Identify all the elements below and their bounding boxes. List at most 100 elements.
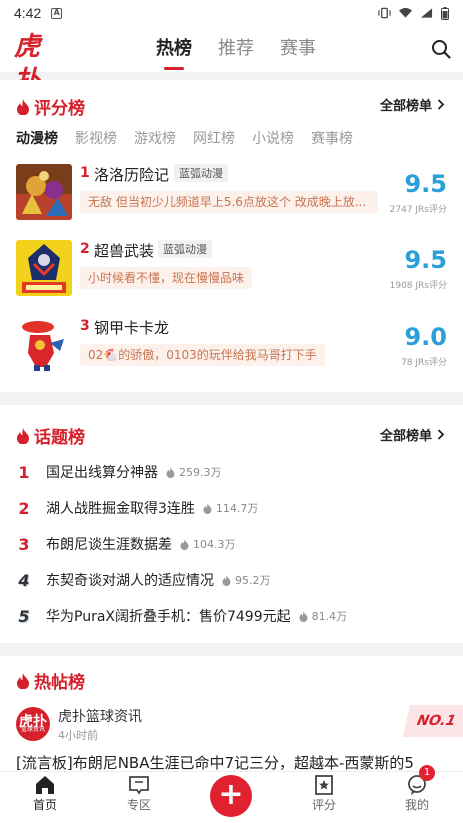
chevron-right-icon [437,429,445,440]
item-score-count: 78 JRs评分 [401,358,447,368]
nav-rating-label: 评分 [311,798,336,812]
subtab-film[interactable]: 影视榜 [75,128,117,148]
rating-more-label: 全部榜单 [379,99,432,114]
notification-badge: 1 [419,765,435,781]
author-name[interactable]: 虎扑篮球资讯 [58,706,142,726]
item-name: 洛洛历险记 [94,166,170,184]
topics-title: 话题榜 [16,423,85,448]
app-logo[interactable]: 虎扑 [14,30,54,96]
star-square-icon [315,775,333,795]
battery-icon [441,6,449,20]
subtab-anime[interactable]: 动漫榜 [16,128,58,148]
heat-flame-icon [299,610,308,622]
topics-title-text: 话题榜 [34,428,85,448]
subtab-events[interactable]: 赛事榜 [311,128,353,148]
subtab-novel[interactable]: 小说榜 [252,128,294,148]
author-avatar[interactable]: 虎扑 篮球资讯 [16,707,50,741]
rating-title: 评分榜 [16,94,85,119]
item-score-count: 2747 JRs评分 [389,205,447,215]
item-comment: 小时候看不懂，现在慢慢品味 [80,267,253,289]
topic-row[interactable]: 5 华为PuraX阔折叠手机：售价7499元起 81.4万 [18,605,347,627]
topic-heat: 114.7万 [203,500,259,516]
subtab-influencer[interactable]: 网红榜 [193,128,235,148]
home-icon [36,776,54,794]
topic-rank: 5 [18,606,30,626]
topic-text: 湖人战胜掘金取得3连胜 [46,501,195,517]
nav-zone-label: 专区 [126,798,151,812]
item-comment: 无敌 但当初少儿频道早上5.6点放这个 改成晚上放... [80,191,378,213]
nav-home-label: 首页 [32,798,57,812]
rating-item[interactable]: 1 洛洛历险记 蓝弧动漫 无敌 但当初少儿频道早上5.6点放这个 改成晚上放..… [16,164,447,224]
nav-zone[interactable]: 专区 [104,774,174,813]
status-icons [378,6,449,20]
topic-text: 国足出线算分神器 [46,465,158,481]
avatar-sub-text: 篮球资讯 [20,726,45,733]
item-rank: 3 [80,318,90,334]
post-time: 4小时前 [58,729,98,742]
topic-rank: 2 [18,498,30,518]
flame-icon [17,672,29,689]
topic-heat: 104.3万 [180,536,236,552]
topics-more-label: 全部榜单 [379,429,432,444]
rating-more-link[interactable]: 全部榜单 [380,95,445,114]
heat-flame-icon [222,574,231,586]
wifi-icon [399,8,412,18]
topic-row[interactable]: 3 布朗尼谈生涯数据差 104.3万 [18,533,236,555]
notification-a-icon: A [51,7,63,19]
chat-board-icon [129,776,149,795]
nav-me[interactable]: 我的 [382,774,452,813]
vibrate-icon [378,7,391,19]
topic-text: 东契奇谈对湖人的适应情况 [46,573,214,589]
rating-item[interactable]: 2 超兽武装 蓝弧动漫 小时候看不懂，现在慢慢品味 9.5 1908 JRs评分 [16,240,447,300]
post-title[interactable]: [流言板]布朗尼NBA生涯已命中7记三分，超越本-西蒙斯的5 [16,752,456,771]
item-comment: 02🐔的骄傲，0103的玩伴给我马哥打下手 [80,344,325,366]
topic-text: 华为PuraX阔折叠手机：售价7499元起 [46,609,291,625]
flame-icon [17,427,29,444]
subtab-game[interactable]: 游戏榜 [134,128,176,148]
item-score-count: 1908 JRs评分 [389,281,447,291]
topic-heat: 259.3万 [166,464,222,480]
signal-icon [420,8,433,18]
topic-rank: 3 [18,534,30,554]
heat-flame-icon [203,502,212,514]
item-tag: 蓝弧动漫 [174,164,228,182]
item-rank: 1 [80,165,90,181]
topic-text: 布朗尼谈生涯数据差 [46,537,172,553]
topic-heat-value: 81.4万 [311,610,348,623]
item-score: 9.5 [404,170,447,198]
topics-more-link[interactable]: 全部榜单 [380,425,445,444]
tab-recommend[interactable]: 推荐 [218,26,254,72]
top-tabs: 热榜 推荐 赛事 [156,26,316,72]
bottom-nav: 首页 专区 + 评分 我的 1 [0,765,463,823]
topic-heat: 95.2万 [222,572,271,588]
tab-matches[interactable]: 赛事 [280,26,316,72]
nav-home[interactable]: 首页 [10,774,80,813]
chevron-right-icon [437,99,445,110]
topic-heat: 81.4万 [299,608,348,624]
status-bar: 4:42 A [0,0,463,26]
item-rank: 2 [80,241,90,257]
rating-item[interactable]: 3 钢甲卡卡龙 02🐔的骄傲，0103的玩伴给我马哥打下手 9.0 78 JRs… [16,317,447,377]
nav-me-label: 我的 [404,798,429,812]
search-icon[interactable] [431,39,451,59]
topic-heat-value: 95.2万 [235,574,271,587]
heat-flame-icon [166,466,175,478]
topic-rank: 4 [18,570,30,590]
nav-rating[interactable]: 评分 [289,774,359,813]
topic-heat-value: 104.3万 [193,538,236,551]
item-name: 超兽武装 [94,242,155,260]
topic-row[interactable]: 2 湖人战胜掘金取得3连胜 114.7万 [18,497,258,519]
topic-heat-value: 114.7万 [215,502,259,515]
post-plus-button[interactable]: + [210,775,252,817]
flame-icon [17,98,29,115]
topic-rank: 1 [18,462,30,482]
tab-hot[interactable]: 热榜 [156,26,192,72]
topic-row[interactable]: 4 东契奇谈对湖人的适应情况 95.2万 [18,569,271,591]
item-tag: 蓝弧动漫 [158,240,212,258]
item-score: 9.0 [404,323,447,351]
item-name: 钢甲卡卡龙 [94,319,170,337]
hotposts-title: 热帖榜 [16,668,85,693]
rating-title-text: 评分榜 [34,99,85,119]
rank-badge: NO.1 [403,705,463,737]
topic-row[interactable]: 1 国足出线算分神器 259.3万 [18,461,222,483]
